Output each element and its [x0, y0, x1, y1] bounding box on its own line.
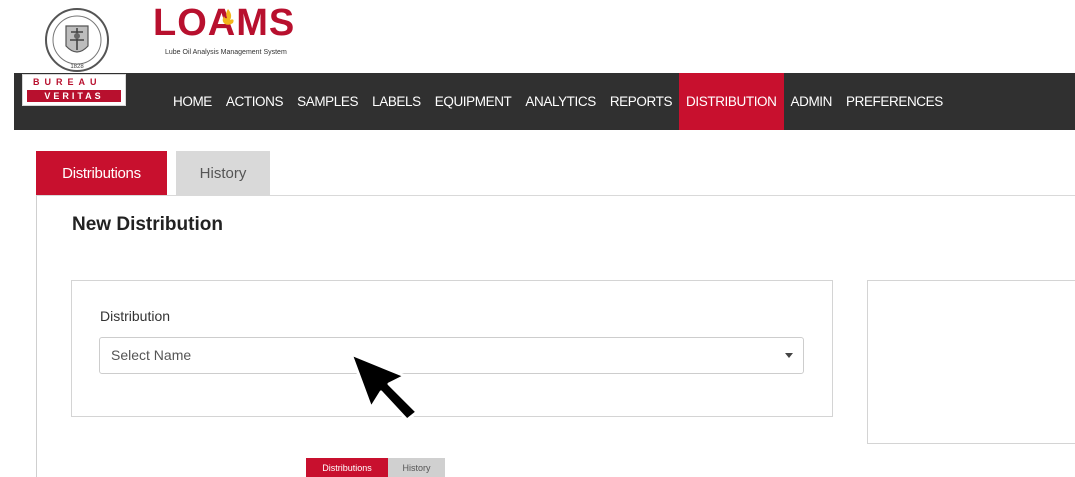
nav-item-distribution[interactable]: DISTRIBUTION: [679, 73, 784, 130]
nav-item-samples[interactable]: SAMPLES: [290, 73, 365, 130]
distribution-select-placeholder: Select Name: [111, 347, 192, 363]
nav-menu: HOME ACTIONS SAMPLES LABELS EQUIPMENT AN…: [166, 73, 950, 130]
tab-bar: Distributions History: [36, 151, 270, 196]
page: 1828 LOAMS Lube Oil Analysis Management …: [0, 0, 1075, 477]
main-navbar: BUREAU VERITAS HOME ACTIONS SAMPLES LABE…: [14, 73, 1075, 130]
bureau-veritas-logo[interactable]: BUREAU VERITAS: [22, 74, 126, 106]
nav-item-admin[interactable]: ADMIN: [784, 73, 840, 130]
flame-icon: [222, 9, 234, 25]
tab-distributions[interactable]: Distributions: [36, 151, 167, 196]
caption-tab-history: History: [388, 458, 445, 477]
side-panel: [867, 280, 1075, 444]
bureau-veritas-seal-icon: 1828: [45, 8, 109, 72]
company-name-bottom: VERITAS: [27, 90, 121, 102]
distribution-select[interactable]: Select Name: [99, 337, 804, 374]
svg-text:1828: 1828: [70, 64, 84, 70]
chevron-down-icon[interactable]: [785, 353, 793, 358]
loams-logo[interactable]: LOAMS Lube Oil Analysis Management Syste…: [153, 2, 333, 64]
caption-tab-distributions: Distributions: [306, 458, 388, 477]
company-name-top: BUREAU: [33, 77, 102, 87]
nav-item-home[interactable]: HOME: [166, 73, 219, 130]
mouse-pointer-icon: [349, 352, 419, 422]
nav-item-actions[interactable]: ACTIONS: [219, 73, 290, 130]
nav-item-analytics[interactable]: ANALYTICS: [518, 73, 602, 130]
caption-tab-bar: Distributions History: [306, 458, 445, 477]
nav-item-reports[interactable]: REPORTS: [603, 73, 679, 130]
nav-item-labels[interactable]: LABELS: [365, 73, 428, 130]
nav-item-preferences[interactable]: PREFERENCES: [839, 73, 950, 130]
distribution-label: Distribution: [100, 308, 171, 324]
nav-item-equipment[interactable]: EQUIPMENT: [428, 73, 519, 130]
product-tagline: Lube Oil Analysis Management System: [165, 49, 287, 56]
page-title: New Distribution: [72, 214, 223, 235]
tab-history[interactable]: History: [176, 151, 270, 196]
